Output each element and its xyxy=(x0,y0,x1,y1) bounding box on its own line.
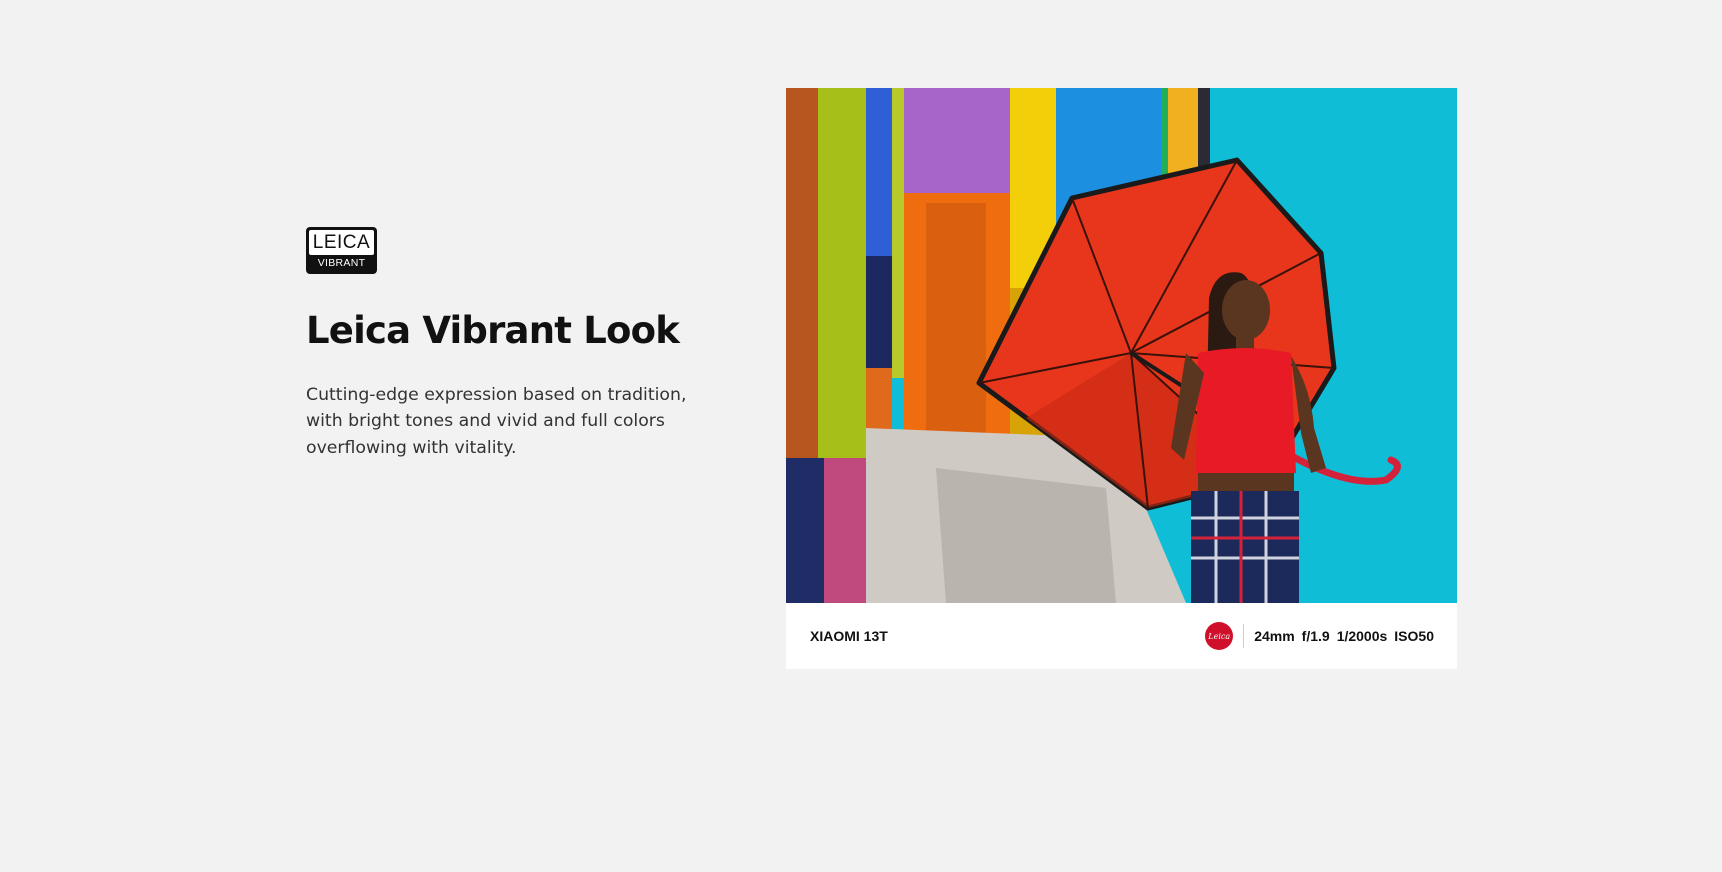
exif-iso: ISO50 xyxy=(1394,628,1434,644)
pillar-darkblue xyxy=(866,256,892,368)
watermark-divider xyxy=(1243,624,1245,648)
photo-watermark-bar: XIAOMI 13T Leica 24mm f/1.9 1/2000s ISO5… xyxy=(786,603,1457,669)
leica-logo-text: LEICA xyxy=(309,230,374,255)
feature-description: Cutting-edge expression based on traditi… xyxy=(306,384,687,458)
vibrant-label: VIBRANT xyxy=(317,257,366,269)
feature-title: Leica Vibrant Look xyxy=(306,309,680,352)
pillar-lime-thin xyxy=(892,88,904,378)
ground-shadow xyxy=(936,468,1116,603)
leica-logo-script: Leica xyxy=(1208,631,1231,641)
camera-model: XIAOMI 13T xyxy=(810,628,888,644)
sample-photo xyxy=(786,88,1457,603)
pillar-purple xyxy=(904,88,1010,193)
page: LEICA VIBRANT Leica Vibrant Look Cutting… xyxy=(0,0,1722,872)
pillar-navy xyxy=(786,458,824,603)
photo-illustration xyxy=(786,88,1457,603)
pillar-brown xyxy=(786,88,818,458)
exif-focal-length: 24mm xyxy=(1254,628,1295,644)
pillar-blue xyxy=(866,88,892,256)
pillar-lime xyxy=(818,88,866,458)
leica-red-dot-logo: Leica xyxy=(1205,622,1234,650)
leica-vibrant-logo: LEICA VIBRANT xyxy=(306,227,377,274)
sample-photo-card: XIAOMI 13T Leica 24mm f/1.9 1/2000s ISO5… xyxy=(786,88,1457,669)
pillar-pink xyxy=(824,458,866,603)
exif-info: 24mm f/1.9 1/2000s ISO50 xyxy=(1254,628,1434,644)
exif-aperture: f/1.9 xyxy=(1301,628,1330,644)
exif-shutter-speed: 1/2000s xyxy=(1336,628,1388,644)
feature-text-column: LEICA VIBRANT Leica Vibrant Look Cutting… xyxy=(306,227,706,461)
